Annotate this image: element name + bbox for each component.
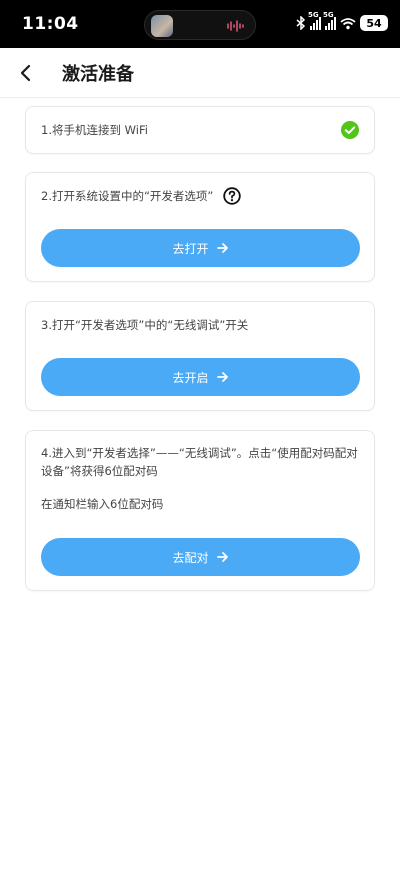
step-text: 4.进入到“开发者选择”——“无线调试”。点击“使用配对码配对设备”将获得6位配… bbox=[41, 446, 358, 478]
bluetooth-icon bbox=[296, 16, 306, 30]
step-text: 1.将手机连接到 WiFi bbox=[41, 123, 148, 137]
arrow-right-icon bbox=[216, 243, 228, 253]
battery-indicator: 54 bbox=[360, 15, 388, 31]
home-indicator-area bbox=[0, 880, 400, 888]
step-text: 3.打开“开发者选项”中的“无线调试”开关 bbox=[41, 318, 249, 332]
arrow-right-icon bbox=[216, 372, 228, 382]
status-icons: 5G 5G 54 bbox=[296, 11, 388, 34]
open-developer-options-button[interactable]: 去打开 bbox=[41, 229, 360, 267]
media-thumbnail bbox=[151, 15, 173, 37]
back-icon[interactable] bbox=[14, 61, 38, 85]
dynamic-island bbox=[144, 10, 256, 40]
status-time: 11:04 bbox=[22, 14, 79, 34]
step-text: 2.打开系统设置中的“开发者选项” bbox=[41, 189, 214, 203]
button-label: 去开启 bbox=[172, 370, 209, 385]
signal-icon: 5G bbox=[323, 11, 336, 30]
page-title: 激活准备 bbox=[62, 64, 134, 85]
step-card-pairing: 4.进入到“开发者选择”——“无线调试”。点击“使用配对码配对设备”将获得6位配… bbox=[25, 430, 375, 591]
question-circle-icon[interactable] bbox=[223, 187, 241, 205]
enable-wireless-debugging-button[interactable]: 去开启 bbox=[41, 358, 360, 396]
status-bar: 11:04 5G 5G 54 bbox=[0, 0, 400, 48]
check-circle-icon bbox=[341, 121, 359, 139]
audio-wave-icon bbox=[227, 20, 244, 32]
signal-icon: 5G bbox=[308, 11, 321, 30]
nav-bar: 激活准备 bbox=[0, 48, 400, 98]
network-type-label: 5G bbox=[308, 11, 319, 19]
button-label: 去配对 bbox=[172, 550, 209, 565]
step-subtext: 在通知栏输入6位配对码 bbox=[41, 497, 164, 511]
step-card-wireless-debugging: 3.打开“开发者选项”中的“无线调试”开关 去开启 bbox=[25, 301, 375, 411]
network-type-label: 5G bbox=[323, 11, 334, 19]
button-label: 去打开 bbox=[172, 241, 209, 256]
arrow-right-icon bbox=[216, 552, 228, 562]
step-card-wifi: 1.将手机连接到 WiFi bbox=[25, 106, 375, 154]
wifi-icon bbox=[340, 17, 356, 29]
step-card-developer-options: 2.打开系统设置中的“开发者选项” 去打开 bbox=[25, 172, 375, 282]
pair-device-button[interactable]: 去配对 bbox=[41, 538, 360, 576]
